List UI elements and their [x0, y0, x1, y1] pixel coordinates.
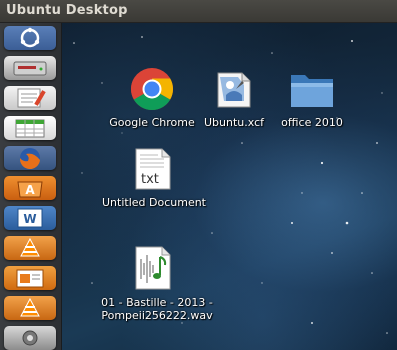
- software-center-icon[interactable]: A: [4, 176, 56, 200]
- desktop-icon-ubuntu-xcf[interactable]: Ubuntu.xcf: [194, 67, 274, 131]
- dash-home-icon[interactable]: [4, 26, 56, 50]
- desktop-icon-label-line2: Pompeii256222.wav: [101, 309, 213, 322]
- file-type-badge: txt: [141, 172, 159, 187]
- desktop-icon-office-2010[interactable]: office 2010: [272, 67, 352, 131]
- vlc-icon[interactable]: [4, 296, 56, 320]
- desktop-icon-label: Ubuntu.xcf: [204, 116, 264, 129]
- desktop: Google Chrome Ubuntu.xcf office 2010 txt…: [62, 23, 397, 350]
- vlc-icon[interactable]: [4, 236, 56, 260]
- top-panel: Ubuntu Desktop: [0, 0, 397, 23]
- desktop-icon-google-chrome[interactable]: Google Chrome: [102, 67, 202, 131]
- firefox-icon[interactable]: [4, 146, 56, 170]
- disk-drive-icon[interactable]: [4, 56, 56, 80]
- launcher: A W: [0, 23, 62, 350]
- desktop-icon-label: Google Chrome: [109, 116, 195, 129]
- desktop-icon-label: office 2010: [281, 116, 343, 129]
- svg-text:A: A: [25, 183, 35, 197]
- window-title: Ubuntu Desktop: [6, 3, 128, 18]
- settings-icon[interactable]: [4, 326, 56, 350]
- audio-file-icon: [135, 246, 171, 290]
- desktop-icon-label: Untitled Document: [102, 196, 206, 209]
- svg-text:W: W: [23, 212, 36, 226]
- desktop-icon-untitled-document[interactable]: txt Untitled Document: [94, 147, 214, 211]
- writer-icon[interactable]: W: [4, 206, 56, 230]
- desktop-icon-audio-file[interactable]: 01 - Bastille - 2013 - Pompeii256222.wav: [92, 245, 222, 325]
- folder-icon: [291, 75, 333, 107]
- desktop-icon-label-line1: 01 - Bastille - 2013 -: [101, 296, 213, 309]
- impress-icon[interactable]: [4, 266, 56, 290]
- xcf-image-file-icon: [217, 72, 251, 108]
- spreadsheet-icon[interactable]: [4, 116, 56, 140]
- text-editor-icon[interactable]: [4, 86, 56, 110]
- chrome-icon: [130, 68, 174, 111]
